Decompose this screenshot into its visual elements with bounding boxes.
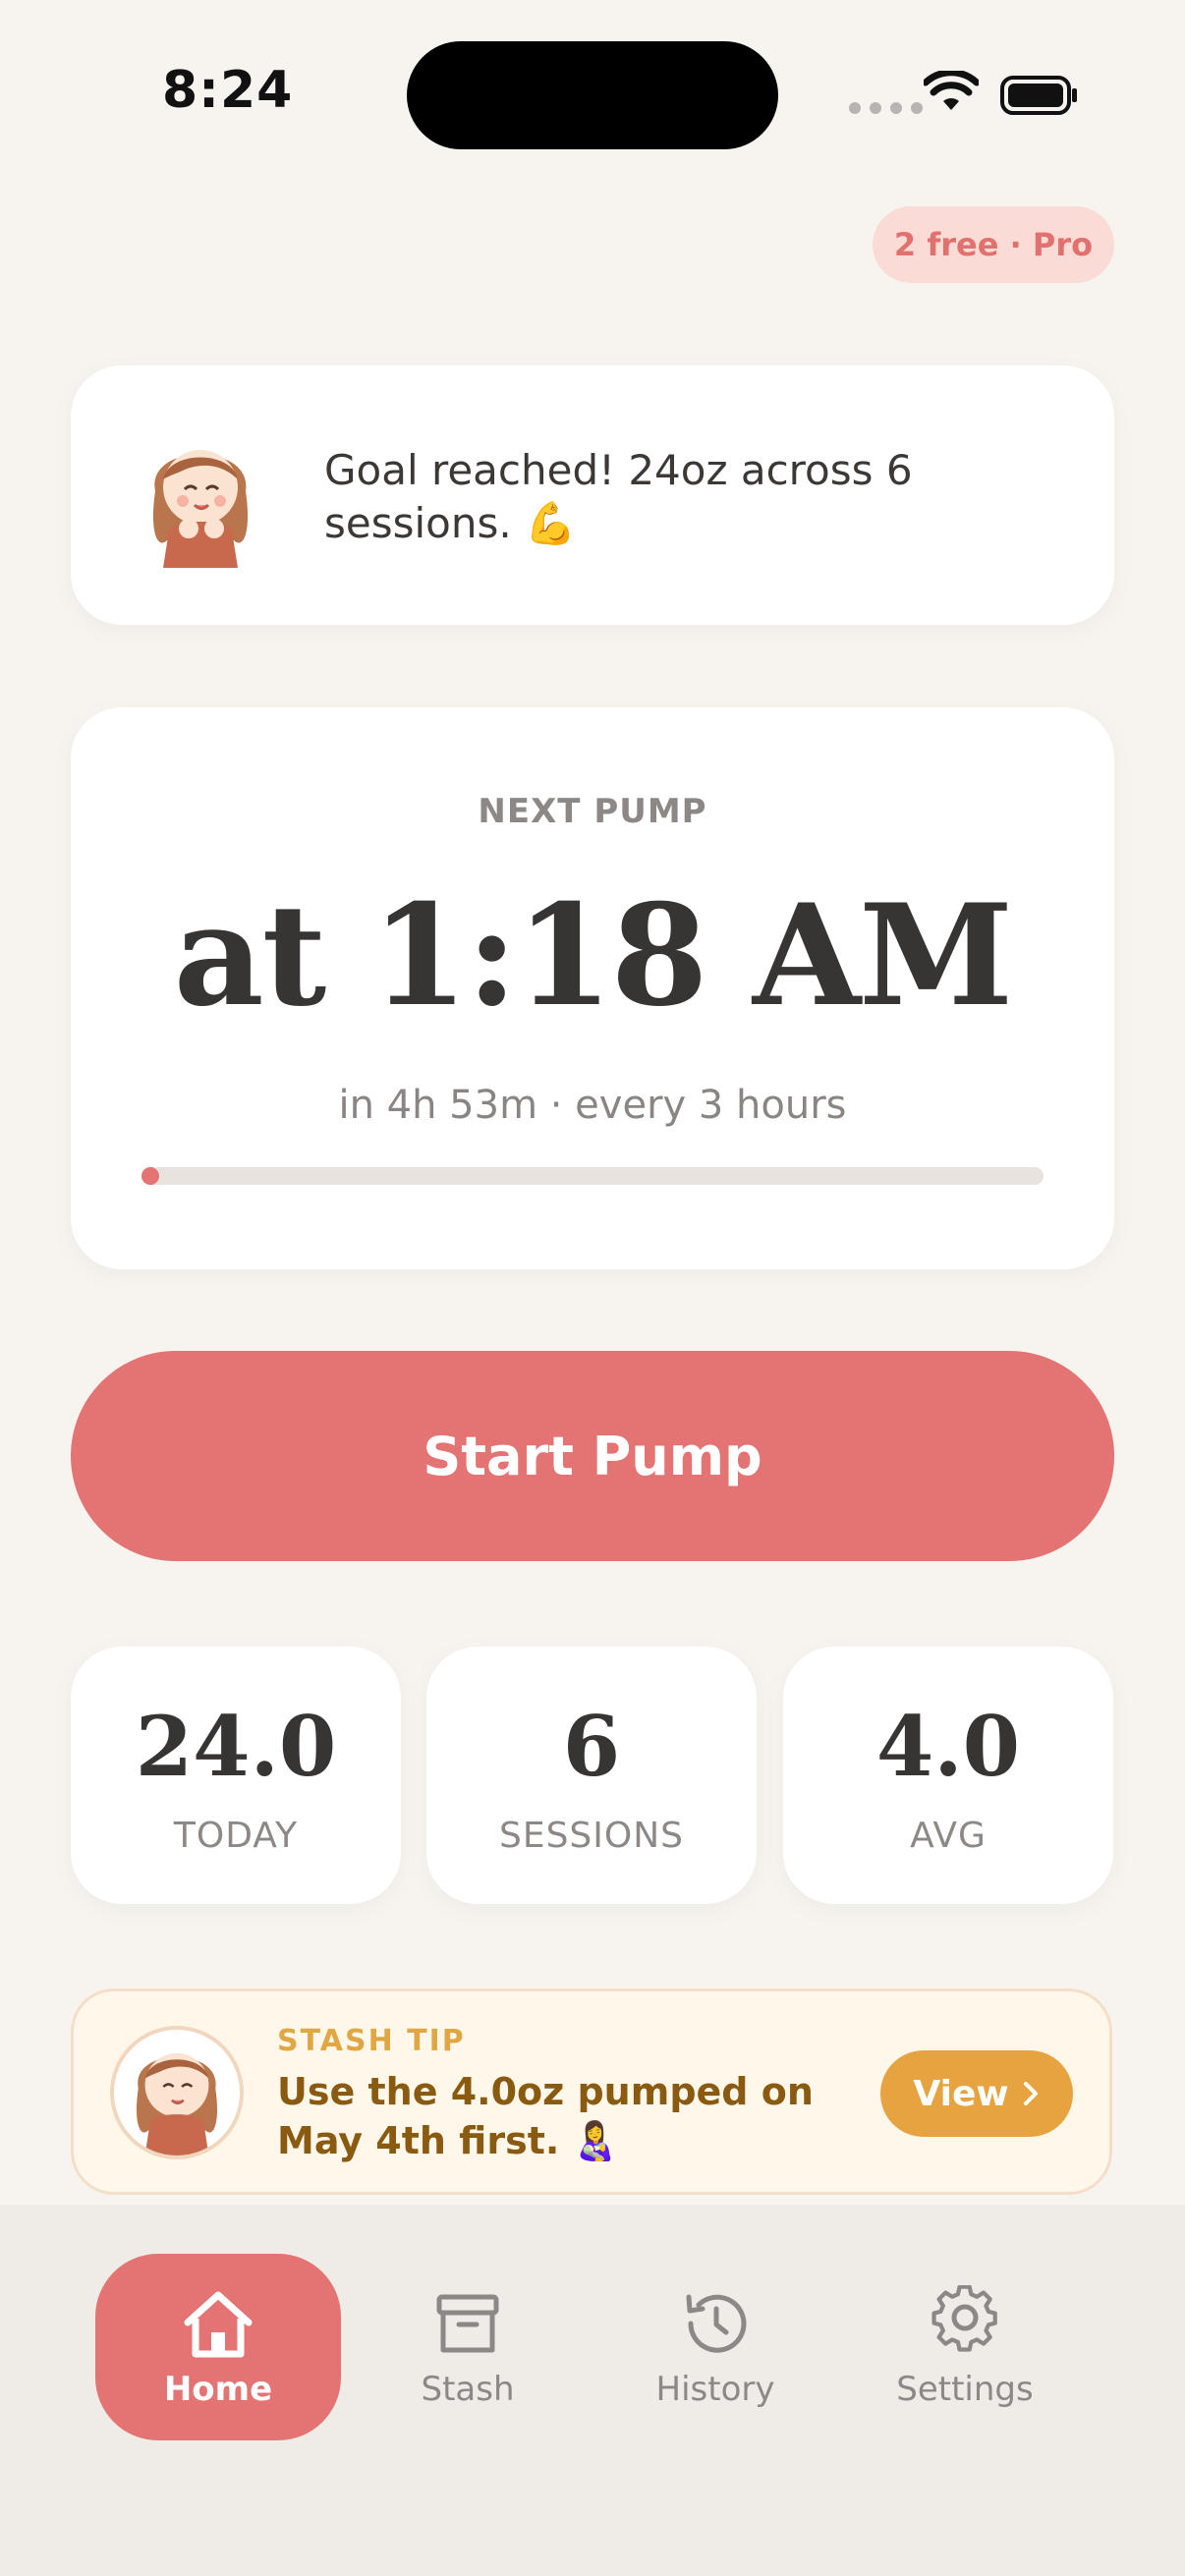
gear-icon [931,2285,997,2352]
stat-value: 4.0 [875,1698,1021,1795]
stat-card-today: 24.0 TODAY [71,1647,401,1904]
tab-label: Settings [896,2370,1034,2409]
history-icon [686,2294,747,2353]
tip-avatar [110,2026,244,2159]
next-pump-progress-bar [141,1167,1044,1185]
stat-card-sessions: 6 SESSIONS [426,1647,757,1904]
stat-label: SESSIONS [498,1816,685,1856]
cellular-signal-icon [849,102,923,114]
stash-tip-label: STASH TIP [277,2024,466,2058]
start-pump-button[interactable]: Start Pump [71,1351,1114,1561]
view-button[interactable]: View [880,2050,1073,2137]
stat-card-avg: 4.0 AVG [783,1647,1113,1904]
status-time: 8:24 [162,61,294,120]
tab-stash[interactable]: Stash [345,2254,591,2440]
next-pump-time: at 1:18 AM [173,874,1014,1037]
wifi-icon [924,71,979,110]
message-text: Goal reached! 24oz across 6 sessions. 💪 [324,446,913,547]
tab-history[interactable]: History [592,2254,838,2440]
tab-label: History [655,2370,775,2409]
mascot-avatar-icon [136,2052,218,2156]
stat-value: 24.0 [135,1698,337,1795]
home-icon [184,2291,253,2358]
chevron-right-icon [1023,2082,1038,2105]
mascot-avatar-icon [152,450,249,568]
archive-box-icon [436,2294,499,2353]
tab-home[interactable]: Home [95,2254,341,2440]
tab-label: Stash [421,2370,515,2409]
next-pump-subtitle: in 4h 53m · every 3 hours [338,1083,847,1128]
pro-badge-button[interactable]: 2 free · Pro [873,206,1114,283]
stat-label: TODAY [173,1816,299,1856]
progress-fill [141,1167,160,1185]
battery-icon [1000,76,1077,115]
stash-tip-text: Use the 4.0oz pumped on May 4th first. 👩… [277,2070,814,2162]
next-pump-label: NEXT PUMP [478,792,707,831]
stat-value: 6 [562,1698,621,1795]
view-button-label: View [913,2073,1009,2114]
tab-label: Home [163,2370,273,2409]
dynamic-island [407,41,778,149]
stat-label: AVG [910,1816,987,1856]
tab-settings[interactable]: Settings [842,2254,1088,2440]
